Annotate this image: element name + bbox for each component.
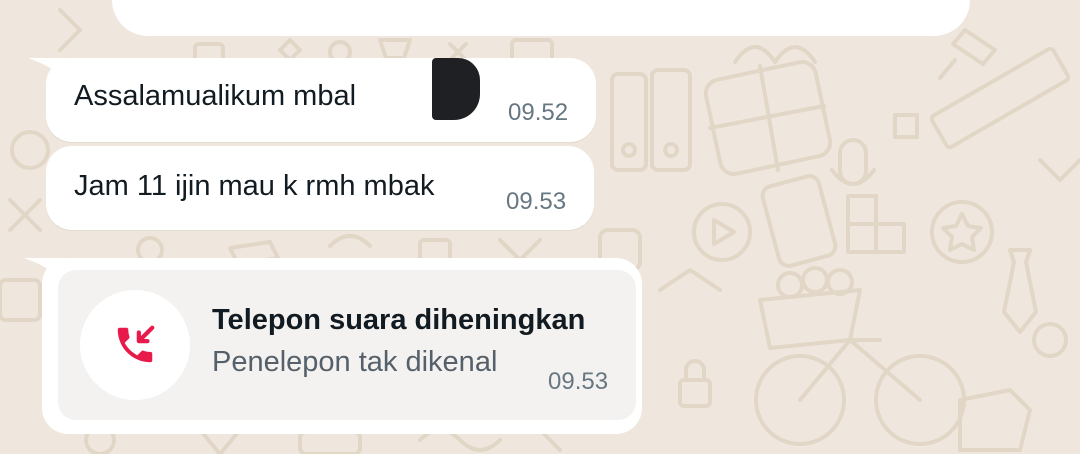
missed-call-icon xyxy=(117,325,155,363)
call-time: 09.53 xyxy=(548,368,609,395)
call-title: Telepon suara diheningkan xyxy=(212,304,586,336)
message-time: 09.52 xyxy=(508,99,569,126)
previous-message-bubble[interactable] xyxy=(112,0,970,36)
message-text: Jam 11 ijin mau k rmh mbak xyxy=(74,170,435,202)
message-time: 09.53 xyxy=(506,188,567,215)
message-text: Assalamualikum mbal xyxy=(74,80,357,112)
message-bubble[interactable]: Assalamualikum mbal 09.52 xyxy=(46,58,596,142)
call-icon-circle xyxy=(80,290,190,400)
call-notification-bubble[interactable]: Telepon suara diheningkan Penelepon tak … xyxy=(42,258,642,434)
redaction-mark xyxy=(432,58,480,120)
call-subtitle: Penelepon tak dikenal xyxy=(212,346,498,378)
message-bubble[interactable]: Jam 11 ijin mau k rmh mbak 09.53 xyxy=(46,146,594,230)
call-card[interactable]: Telepon suara diheningkan Penelepon tak … xyxy=(58,270,636,420)
